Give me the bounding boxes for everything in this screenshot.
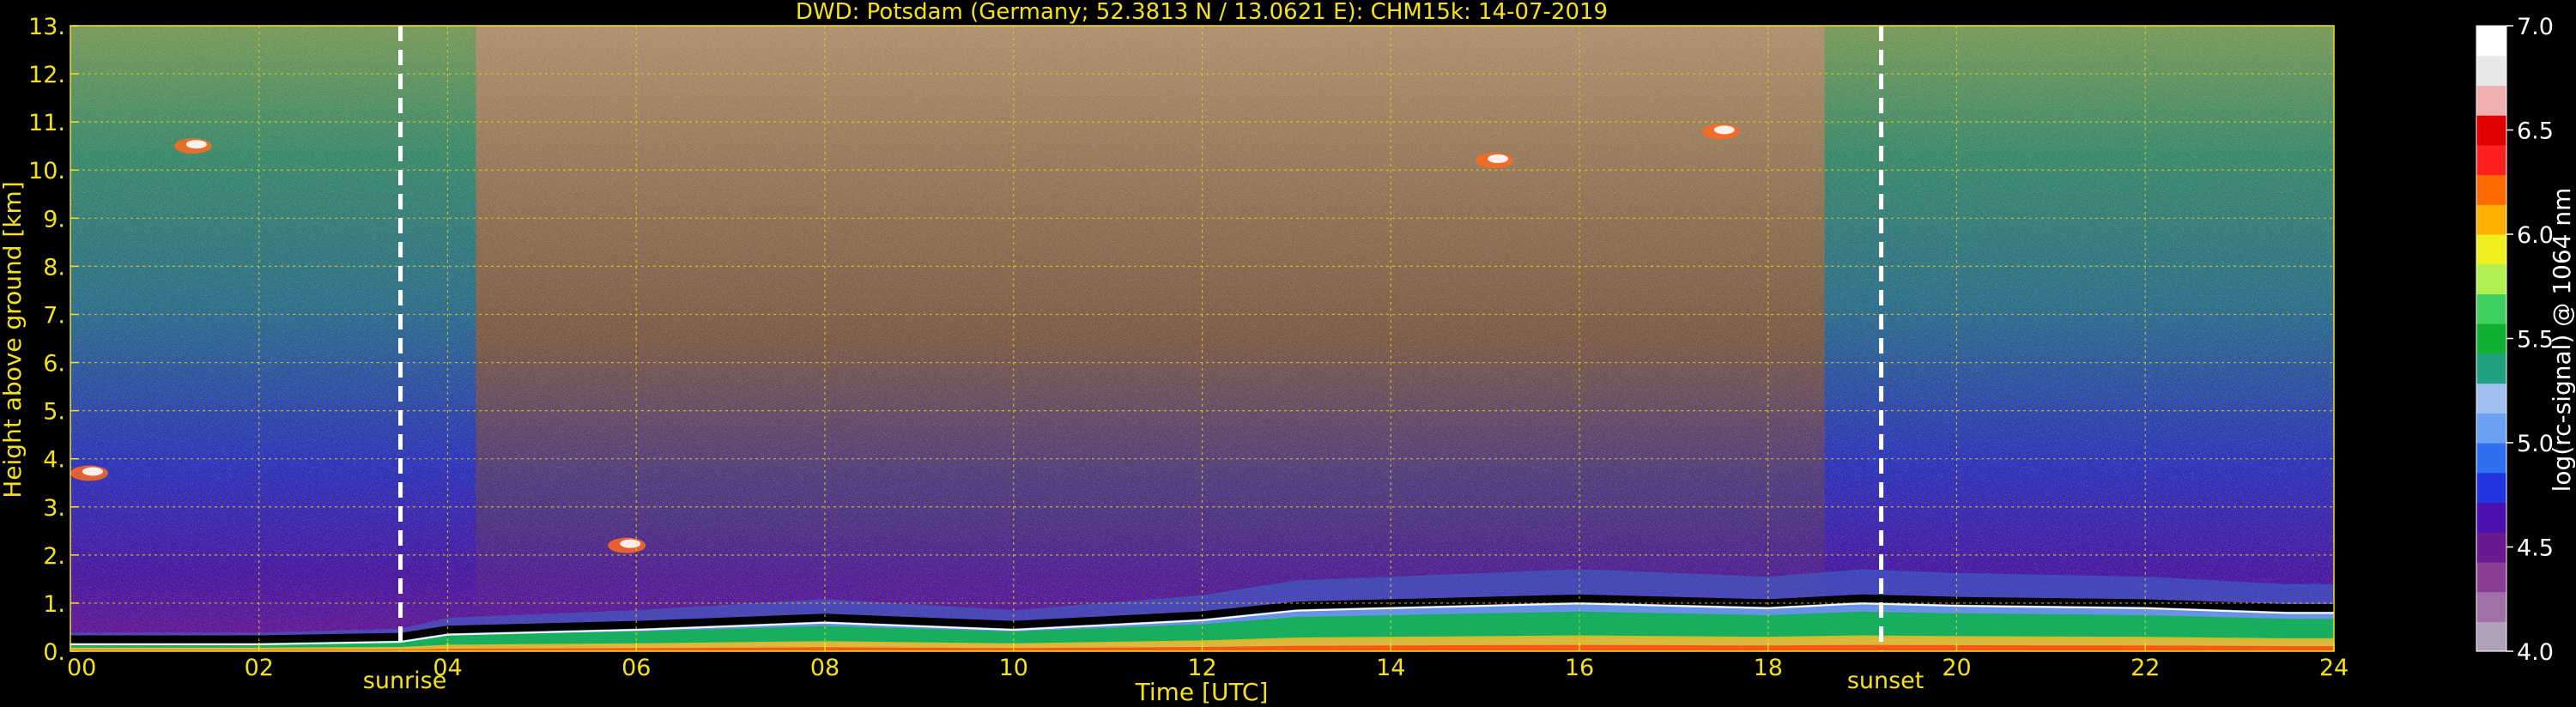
colorbar-segment xyxy=(2476,26,2506,57)
y-tick-label: 9. xyxy=(43,206,65,233)
x-tick-label: 14 xyxy=(1376,655,1405,681)
colorbar-tick-label: 6.5 xyxy=(2517,118,2554,145)
colorbar-segment xyxy=(2476,353,2506,384)
colorbar-segment xyxy=(2476,234,2506,265)
cloud-patch-core xyxy=(82,467,103,476)
colorbar-segment xyxy=(2476,472,2506,504)
colorbar-tick-label: 4.0 xyxy=(2517,639,2554,666)
x-axis-label: Time [UTC] xyxy=(1135,678,1269,706)
y-tick-label: 0. xyxy=(43,639,65,666)
colorbar-segment xyxy=(2476,413,2506,444)
x-tick-label: 20 xyxy=(1942,655,1971,681)
x-tick-label: 22 xyxy=(2131,655,2160,681)
y-tick-label: 3. xyxy=(43,495,65,522)
chart-title: DWD: Potsdam (Germany; 52.3813 N / 13.06… xyxy=(796,0,1608,25)
colorbar-segment xyxy=(2476,55,2506,87)
colorbar-segment xyxy=(2476,591,2506,622)
colorbar-segment xyxy=(2476,85,2506,116)
x-tick-label: 02 xyxy=(245,655,274,681)
x-tick-label: 04 xyxy=(433,655,462,681)
x-tick-label: 10 xyxy=(999,655,1028,681)
x-tick-label: 08 xyxy=(810,655,839,681)
y-tick-label: 4. xyxy=(43,447,65,474)
cloud-patch-core xyxy=(185,140,207,149)
colorbar-segment xyxy=(2476,561,2506,593)
colorbar-segment xyxy=(2476,174,2506,205)
sun-marker-label: sunset xyxy=(1847,668,1924,694)
x-tick-label: 16 xyxy=(1565,655,1594,681)
cloud-patch-core xyxy=(1488,154,1509,164)
colorbar-segment xyxy=(2476,532,2506,563)
x-tick-label: 18 xyxy=(1754,655,1783,681)
cloud-patch-core xyxy=(1713,125,1735,135)
y-tick-label: 13. xyxy=(28,14,65,40)
colorbar-segment xyxy=(2476,323,2506,354)
x-tick-label: 00 xyxy=(67,655,96,681)
colorbar-segment xyxy=(2476,621,2506,652)
x-tick-label: 06 xyxy=(621,655,651,681)
colorbar-segment xyxy=(2476,383,2506,414)
y-tick-label: 7. xyxy=(43,302,65,329)
ceilometer-figure: sunrise sunset 00 02 04 06 08 10 12 14 16 18 20 22 24… xyxy=(0,0,2576,706)
y-tick-label: 12. xyxy=(28,62,65,88)
y-tick-label: 11. xyxy=(28,110,65,136)
cloud-patch-core xyxy=(620,539,641,548)
y-tick-label: 6. xyxy=(43,351,65,378)
y-tick-label: 10. xyxy=(28,158,65,184)
colorbar-segment xyxy=(2476,263,2506,295)
y-tick-label: 1. xyxy=(43,591,65,618)
colorbar-segment xyxy=(2476,502,2506,533)
colorbar-tick-label: 7.0 xyxy=(2517,14,2554,40)
colorbar-label: log(rc-signal) @ 1064 nm xyxy=(2548,188,2576,492)
colorbar-tick-label: 4.5 xyxy=(2517,535,2554,562)
colorbar-segment xyxy=(2476,293,2506,324)
colorbar-segment xyxy=(2476,115,2506,146)
x-tick-label: 24 xyxy=(2319,655,2349,681)
y-tick-label: 5. xyxy=(43,399,65,426)
colorbar-segment xyxy=(2476,443,2506,474)
colorbar-segment xyxy=(2476,144,2506,176)
y-tick-label: 2. xyxy=(43,543,65,570)
y-tick-label: 8. xyxy=(43,254,65,281)
y-axis-label: Height above ground [km] xyxy=(0,181,27,499)
colorbar-segment xyxy=(2476,204,2506,235)
colorbar: 4.04.55.05.56.06.57.0 xyxy=(2476,14,2554,666)
